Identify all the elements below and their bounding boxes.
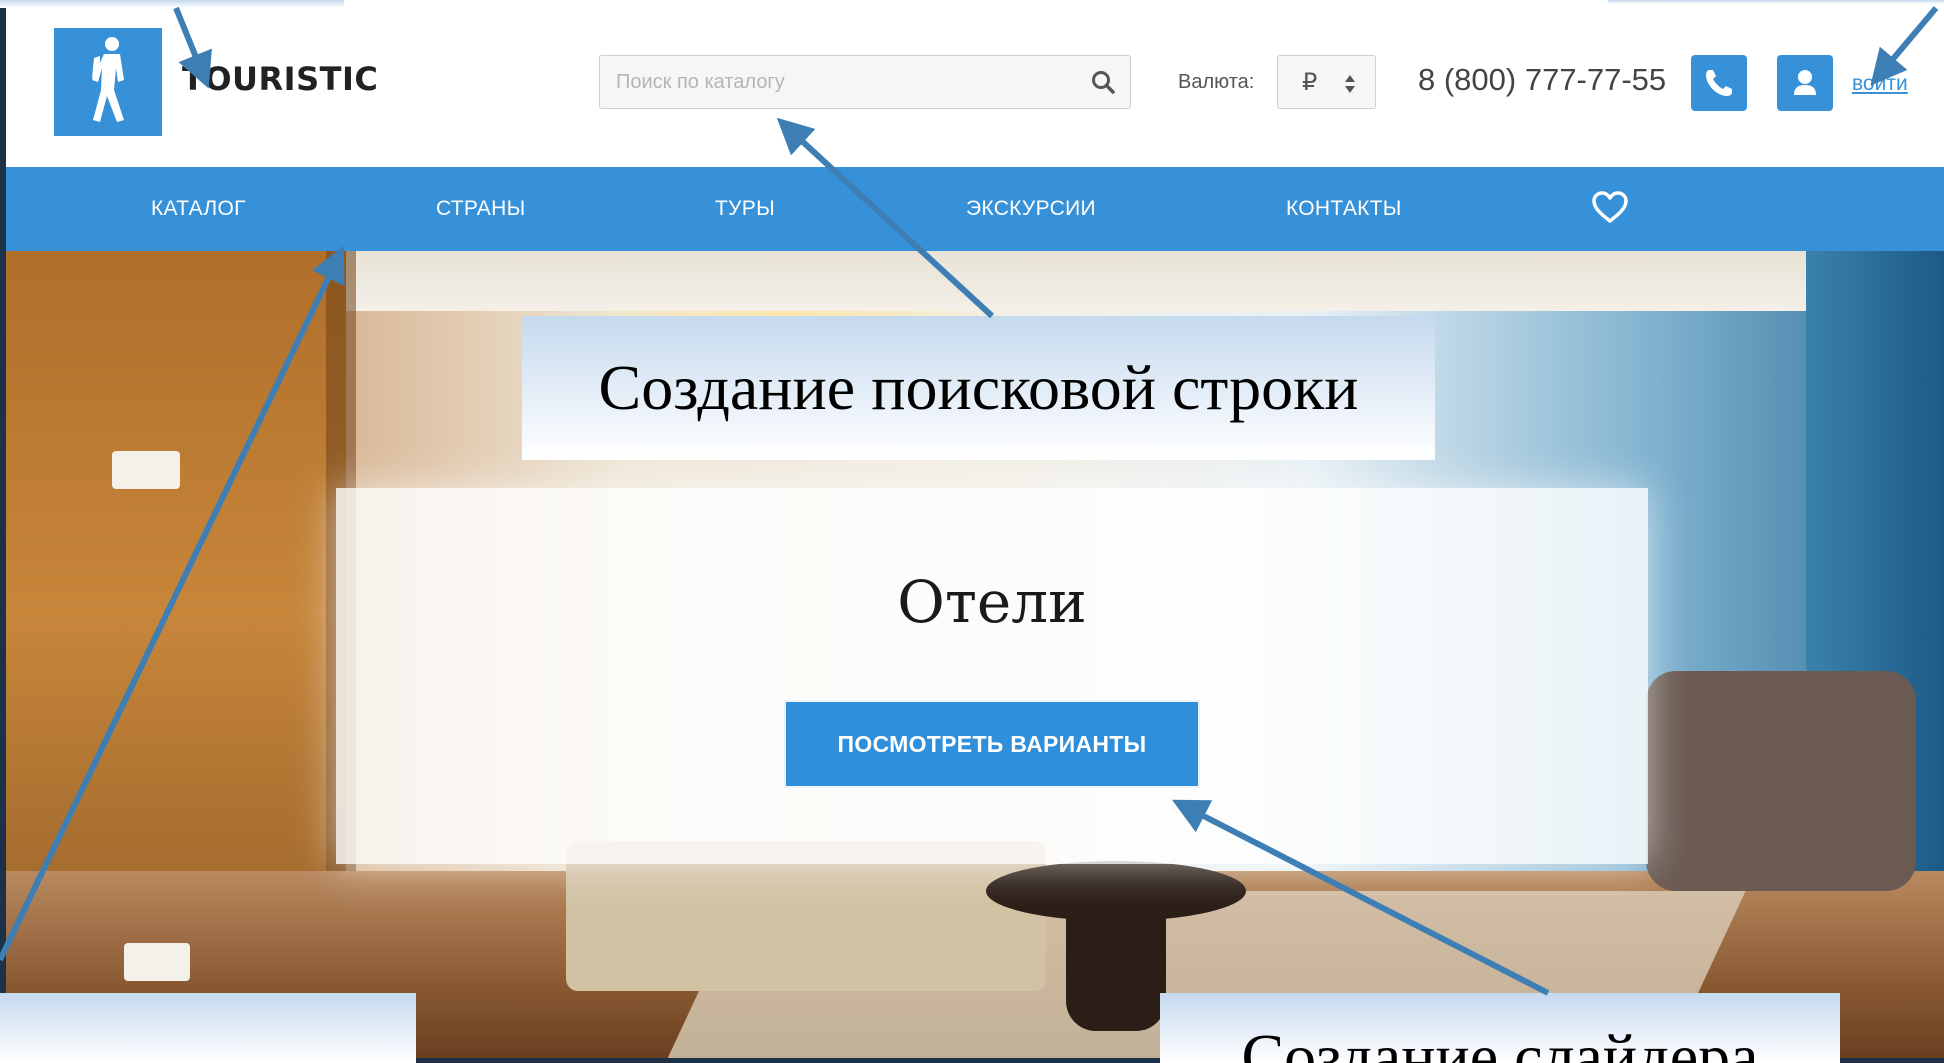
account-button[interactable] [1777, 55, 1833, 111]
currency-label: Валюта: [1178, 71, 1255, 93]
nav-item-contacts[interactable]: КОНТАКТЫ [1286, 197, 1402, 221]
phone-icon [1706, 70, 1732, 96]
logo-text[interactable]: TOURISTIC [182, 60, 378, 98]
search-callout: Создание поисковой строки [522, 316, 1435, 460]
site-header: TOURISTIC Валюта: ₽ 8 (800) 777-77-55 во… [6, 0, 1944, 167]
main-nav: КАТАЛОГ СТРАНЫ ТУРЫ ЭКСКУРСИИ КОНТАКТЫ [6, 167, 1944, 251]
phone-number: 8 (800) 777-77-55 [1418, 62, 1667, 97]
call-button[interactable] [1691, 55, 1747, 111]
heart-icon[interactable] [1591, 190, 1629, 229]
browser-viewport: TOURISTIC Валюта: ₽ 8 (800) 777-77-55 во… [6, 0, 1944, 1058]
callout-top-right [1608, 0, 1944, 4]
login-link[interactable]: войти [1852, 72, 1908, 96]
user-icon [1794, 70, 1816, 95]
callout-bottom-left [0, 993, 416, 1063]
hero-ceiling [346, 251, 1944, 311]
nav-item-catalog[interactable]: КАТАЛОГ [151, 197, 246, 221]
callout-top-left [0, 0, 344, 8]
hero-overlay: Отели ПОСМОТРЕТЬ ВАРИАНТЫ [336, 488, 1648, 864]
wall-switch [112, 451, 180, 489]
view-options-button[interactable]: ПОСМОТРЕТЬ ВАРИАНТЫ [784, 700, 1200, 788]
hero-armchair [1646, 671, 1916, 891]
search-box[interactable] [599, 55, 1131, 109]
search-input[interactable] [600, 56, 1092, 108]
slider-callout: Создание слайдера [1160, 993, 1840, 1063]
hero-table-base [1066, 901, 1166, 1031]
nav-item-excursions[interactable]: ЭКСКУРСИИ [966, 197, 1096, 221]
nav-item-countries[interactable]: СТРАНЫ [436, 197, 525, 221]
hero-title: Отели [897, 568, 1087, 636]
currency-select[interactable]: ₽ [1277, 55, 1376, 109]
logo-icon[interactable] [54, 28, 162, 136]
currency-value: ₽ [1302, 68, 1318, 96]
wall-outlet [124, 943, 190, 981]
search-icon[interactable] [1090, 69, 1116, 100]
select-arrows-icon [1343, 73, 1357, 100]
nav-item-tours[interactable]: ТУРЫ [715, 197, 775, 221]
